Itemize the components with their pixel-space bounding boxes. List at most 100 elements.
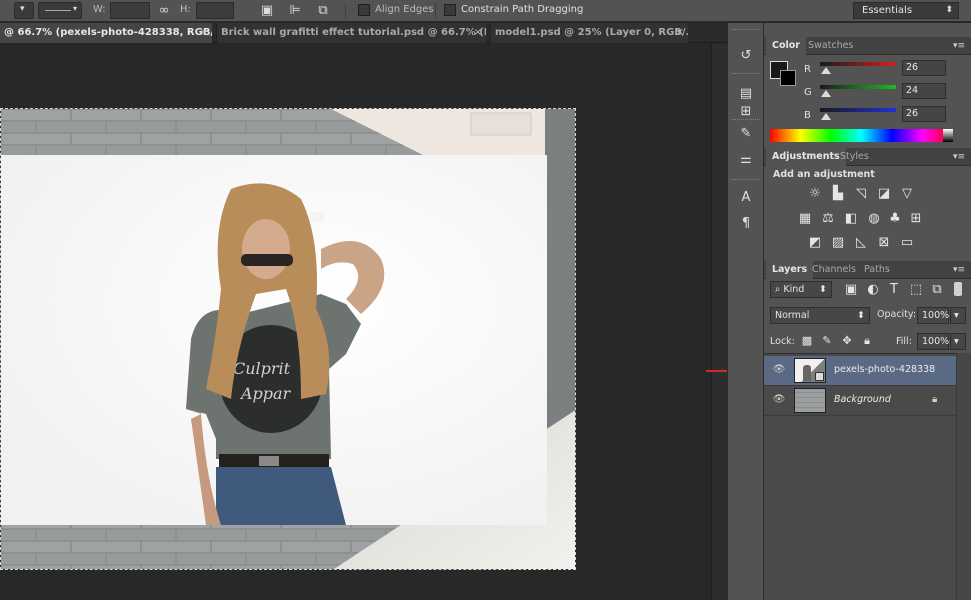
posterize-icon[interactable]: ▨ bbox=[829, 235, 847, 251]
tool-preset-picker[interactable]: ▾ bbox=[14, 2, 34, 19]
gradient-map-icon[interactable]: ▽ bbox=[898, 186, 916, 202]
blend-mode-dropdown[interactable]: Normal ⬍ bbox=[770, 307, 870, 324]
strip-grip[interactable] bbox=[732, 29, 760, 32]
filter-smart-object-icon[interactable]: ⧉ bbox=[928, 282, 946, 298]
color-lookup-icon[interactable]: ⊞ bbox=[907, 211, 925, 227]
lock-position-icon[interactable]: ✥ bbox=[838, 333, 856, 349]
properties-icon[interactable]: ▤ bbox=[736, 85, 756, 103]
brush-presets-icon[interactable]: ✎ bbox=[736, 125, 756, 143]
red-slider[interactable] bbox=[820, 62, 896, 66]
strip-grip[interactable] bbox=[732, 119, 760, 122]
document-image[interactable]: Culprit Appar bbox=[0, 108, 576, 570]
separator bbox=[435, 3, 436, 19]
channel-mixer-icon[interactable]: ♣ bbox=[886, 211, 904, 227]
height-field[interactable] bbox=[196, 2, 234, 19]
opacity-field[interactable]: 100% bbox=[917, 307, 949, 324]
stroke-type-dropdown[interactable]: ▾ bbox=[38, 2, 82, 19]
strip-grip[interactable] bbox=[732, 73, 760, 76]
blue-slider-knob[interactable] bbox=[821, 113, 831, 120]
constrain-path-label: Constrain Path Dragging bbox=[461, 4, 584, 15]
adjustments-panel-tabs: Adjustments Styles ▾≡ bbox=[764, 148, 971, 166]
tab-label: @ 66.7% (pexels-photo-428338, RGB/8) * bbox=[4, 27, 212, 38]
path-operations-icon[interactable]: ▣ bbox=[258, 2, 276, 20]
gradient-icon[interactable]: ▭ bbox=[898, 235, 916, 251]
close-icon[interactable]: × bbox=[474, 23, 482, 43]
panel-menu-icon[interactable]: ▾≡ bbox=[953, 265, 965, 275]
tab-swatches[interactable]: Swatches bbox=[802, 37, 859, 55]
close-icon[interactable]: × bbox=[200, 23, 208, 43]
tab-styles[interactable]: Styles bbox=[834, 148, 875, 166]
green-slider-knob[interactable] bbox=[821, 90, 831, 97]
layer-filter-kind[interactable]: ⌕ Kind ⬍ bbox=[770, 281, 832, 298]
brightness-contrast-icon[interactable]: ☼ bbox=[806, 186, 824, 202]
panel-menu-icon[interactable]: ▾≡ bbox=[953, 41, 965, 51]
layers-panel-tabs: Layers Channels Paths ▾≡ bbox=[764, 261, 971, 279]
filter-toggle[interactable] bbox=[954, 282, 962, 296]
fill-field[interactable]: 100% bbox=[917, 333, 949, 350]
eye-icon[interactable]: 👁︎ bbox=[772, 364, 786, 378]
history-icon[interactable]: ↺ bbox=[736, 47, 756, 65]
black-white-icon[interactable]: ◧ bbox=[842, 211, 860, 227]
color-balance-icon[interactable]: ⚖ bbox=[819, 211, 837, 227]
constrain-path-checkbox[interactable] bbox=[444, 4, 456, 16]
exposure-icon[interactable]: ◪ bbox=[875, 186, 893, 202]
green-slider[interactable] bbox=[820, 85, 896, 89]
blue-slider[interactable] bbox=[820, 108, 896, 112]
character-icon[interactable]: A bbox=[736, 189, 756, 207]
close-icon[interactable]: × bbox=[676, 23, 684, 43]
fill-label: Fill: bbox=[896, 336, 912, 347]
color-spectrum-bar[interactable] bbox=[770, 129, 953, 142]
curves-icon[interactable]: ◹ bbox=[852, 186, 870, 202]
smart-object-icon bbox=[815, 372, 824, 381]
layer-row-pexels-photo[interactable]: 👁︎ pexels-photo-428338 bbox=[764, 356, 956, 386]
filter-shape-icon[interactable]: ⬚ bbox=[907, 282, 925, 298]
selective-color-icon[interactable]: ⊠ bbox=[875, 235, 893, 251]
chevron-down-icon: ▾ bbox=[73, 4, 78, 13]
blue-value-field[interactable]: 26 bbox=[902, 106, 946, 122]
layer-thumbnail bbox=[794, 388, 826, 413]
lock-image-icon[interactable]: ✎ bbox=[818, 333, 836, 349]
fill-dropdown[interactable]: ▾ bbox=[950, 333, 966, 350]
filter-pixel-icon[interactable]: ▣ bbox=[842, 282, 860, 298]
chevron-down-icon: ⬍ bbox=[819, 284, 827, 295]
workspace-switcher[interactable]: Essentials ⬍ bbox=[853, 2, 959, 19]
layer-row-background[interactable]: 👁︎ Background 🔒︎ bbox=[764, 386, 956, 416]
vertical-scrollbar[interactable] bbox=[711, 44, 727, 600]
tab-color[interactable]: Color bbox=[766, 37, 806, 55]
layers-scrollbar[interactable] bbox=[956, 353, 971, 600]
clone-source-icon[interactable]: ⚌ bbox=[736, 151, 756, 169]
tab-channels[interactable]: Channels bbox=[806, 261, 862, 279]
photo-filter-icon[interactable]: ◍ bbox=[865, 211, 883, 227]
lock-transparent-icon[interactable]: ▩ bbox=[798, 333, 816, 349]
chevron-down-icon: ⬍ bbox=[945, 5, 953, 15]
tab-label: Brick wall grafitti effect tutorial.psd … bbox=[221, 27, 486, 38]
eye-icon[interactable]: 👁︎ bbox=[772, 394, 786, 408]
link-icon[interactable]: ∞ bbox=[155, 2, 173, 20]
opacity-dropdown[interactable]: ▾ bbox=[950, 307, 966, 324]
background-swatch[interactable] bbox=[780, 70, 796, 86]
filter-adjustment-icon[interactable]: ◐ bbox=[864, 282, 882, 298]
path-arrangement-icon[interactable]: ⧉ bbox=[314, 2, 332, 20]
tab-paths[interactable]: Paths bbox=[858, 261, 896, 279]
tab-brick-wall[interactable]: Brick wall grafitti effect tutorial.psd … bbox=[216, 23, 486, 43]
align-edges-label: Align Edges bbox=[375, 4, 434, 15]
tab-model1[interactable]: model1.psd @ 25% (Layer 0, RGB/... × bbox=[490, 23, 688, 43]
lock-all-icon[interactable]: 🔒︎ bbox=[858, 333, 876, 349]
panel-menu-icon[interactable]: ▾≡ bbox=[953, 152, 965, 162]
red-value-field[interactable]: 26 bbox=[902, 60, 946, 76]
levels-icon[interactable]: ▙ bbox=[829, 186, 847, 202]
green-value-field[interactable]: 24 bbox=[902, 83, 946, 99]
tab-pexels-photo[interactable]: @ 66.7% (pexels-photo-428338, RGB/8) * × bbox=[0, 23, 212, 43]
vibrance-icon[interactable]: ▦ bbox=[796, 211, 814, 227]
invert-icon[interactable]: ◩ bbox=[806, 235, 824, 251]
red-slider-knob[interactable] bbox=[821, 67, 831, 74]
path-alignment-icon[interactable]: ⊫ bbox=[286, 2, 304, 20]
paragraph-icon[interactable]: ¶ bbox=[736, 215, 756, 233]
filter-type-icon[interactable]: T bbox=[885, 282, 903, 298]
align-edges-checkbox[interactable] bbox=[358, 4, 370, 16]
blend-mode-value: Normal bbox=[775, 310, 810, 321]
lock-label: Lock: bbox=[770, 336, 795, 347]
width-field[interactable] bbox=[110, 2, 150, 19]
strip-grip[interactable] bbox=[732, 179, 760, 182]
threshold-icon[interactable]: ◺ bbox=[852, 235, 870, 251]
